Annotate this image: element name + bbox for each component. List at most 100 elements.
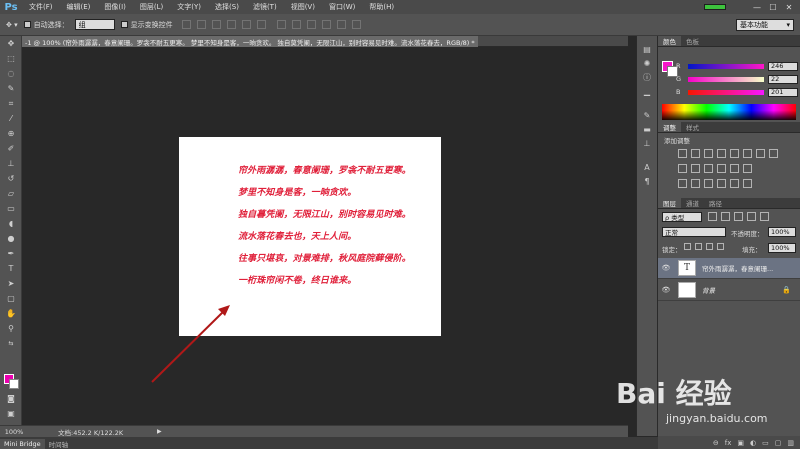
menu-window[interactable]: 窗口(W) xyxy=(322,2,362,12)
distribute-top-icon[interactable] xyxy=(276,20,286,29)
history-brush-icon[interactable]: ↺ xyxy=(0,171,22,186)
blue-slider-bar[interactable] xyxy=(688,89,764,95)
align-bottom-icon[interactable] xyxy=(211,20,221,29)
selective-color-icon[interactable] xyxy=(678,179,687,188)
properties-icon[interactable]: ✺ xyxy=(637,56,657,70)
filter-smart-icon[interactable] xyxy=(760,212,769,221)
lock-all-icon[interactable] xyxy=(717,243,724,250)
red-value-field[interactable]: 246 xyxy=(768,61,798,71)
tab-paths[interactable]: 路径 xyxy=(704,198,727,208)
document-info[interactable]: 文档:452.2 K/122.2K xyxy=(58,427,143,437)
pattern-icon[interactable] xyxy=(717,179,726,188)
layer-filter-dropdown[interactable]: ρ 类型 xyxy=(662,212,702,222)
tab-adjustments[interactable]: 调整 xyxy=(658,122,681,132)
levels-icon[interactable] xyxy=(691,149,700,158)
channel-mixer-icon[interactable] xyxy=(691,164,700,173)
character-icon[interactable]: A xyxy=(637,160,657,174)
close-button[interactable]: ✕ xyxy=(784,3,794,12)
tab-layers[interactable]: 图层 xyxy=(658,198,681,208)
align-right-icon[interactable] xyxy=(256,20,266,29)
opacity-field[interactable]: 100% xyxy=(768,227,796,237)
screen-mode-icon[interactable]: ▣ xyxy=(0,406,22,421)
default-colors-icon[interactable]: ⇆ xyxy=(0,336,22,351)
visibility-eye-icon[interactable]: 👁 xyxy=(658,286,674,294)
red-slider-bar[interactable] xyxy=(688,63,764,69)
show-transform-option[interactable]: 显示变换控件 xyxy=(120,20,173,30)
distribute-center-icon[interactable] xyxy=(336,20,346,29)
clone-source-icon[interactable]: ⊥ xyxy=(637,136,657,150)
brush-preset-icon[interactable]: ✎ xyxy=(637,108,657,122)
lock-move-icon[interactable] xyxy=(706,243,713,250)
photo-filter-icon[interactable] xyxy=(678,164,687,173)
document-tab[interactable]: -1 @ 100% (帘外雨潺潺，春意阑珊。罗衾不耐五更寒。 梦里不知身是客，一… xyxy=(22,36,478,47)
lock-paint-icon[interactable] xyxy=(695,243,702,250)
filter-type-icon[interactable] xyxy=(734,212,743,221)
green-slider[interactable]: G 22 xyxy=(676,74,798,84)
tab-mini-bridge[interactable]: Mini Bridge xyxy=(0,439,45,449)
layer-row-background[interactable]: 👁 背景 🔒 xyxy=(658,280,800,301)
paragraph-icon[interactable]: ¶ xyxy=(637,174,657,188)
move-tool-icon[interactable]: ✥ xyxy=(0,36,22,51)
solid-color-icon[interactable] xyxy=(730,179,739,188)
background-color-swatch[interactable] xyxy=(9,379,19,389)
lock-pixels-icon[interactable] xyxy=(684,243,691,250)
align-left-icon[interactable] xyxy=(226,20,236,29)
gradient-tool-icon[interactable]: ▭ xyxy=(0,201,22,216)
clone-stamp-icon[interactable]: ⊥ xyxy=(0,156,22,171)
color-spectrum[interactable] xyxy=(662,104,796,120)
align-center-icon[interactable] xyxy=(241,20,251,29)
brightness-icon[interactable] xyxy=(678,149,687,158)
marquee-tool-icon[interactable]: ⬚ xyxy=(0,51,22,66)
crop-tool-icon[interactable]: ⌗ xyxy=(0,96,22,111)
curves-icon[interactable] xyxy=(704,149,713,158)
play-icon[interactable]: ▶ xyxy=(157,428,162,435)
gradient-map-icon[interactable] xyxy=(691,179,700,188)
path-select-icon[interactable]: ➤ xyxy=(0,276,22,291)
auto-select-dropdown[interactable]: 组 xyxy=(74,19,115,30)
tab-color[interactable]: 颜色 xyxy=(658,36,681,46)
blue-value-field[interactable]: 201 xyxy=(768,87,798,97)
canvas-area[interactable]: 帘外雨潺潺，春意阑珊，罗衾不耐五更寒。 梦里不知身是客，一晌贪欢。 独自暮凭阑，… xyxy=(22,47,628,425)
bw-icon[interactable] xyxy=(769,149,778,158)
tab-channels[interactable]: 通道 xyxy=(681,198,704,208)
posterize-icon[interactable] xyxy=(730,164,739,173)
brush-tool-icon[interactable]: ✐ xyxy=(0,141,22,156)
healing-brush-icon[interactable]: ⊕ xyxy=(0,126,22,141)
tab-timeline[interactable]: 时间轴 xyxy=(45,439,73,449)
zoom-tool-icon[interactable]: ⚲ xyxy=(0,321,22,336)
pen-tool-icon[interactable]: ✒ xyxy=(0,246,22,261)
minimize-button[interactable]: — xyxy=(752,3,762,12)
workspace-dropdown[interactable]: 基本功能 ▾ xyxy=(736,19,794,31)
menu-layer[interactable]: 图层(L) xyxy=(133,2,170,12)
histogram-icon[interactable]: ▁ xyxy=(637,84,657,98)
distribute-middle-icon[interactable] xyxy=(291,20,301,29)
layer-name[interactable]: 背景 xyxy=(702,285,782,295)
menu-filter[interactable]: 滤镜(T) xyxy=(246,2,284,12)
zoom-level[interactable]: 100% xyxy=(0,428,28,436)
menu-select[interactable]: 选择(S) xyxy=(208,2,246,12)
layer-name[interactable]: 帘外雨潺潺，春意阑珊... xyxy=(702,263,782,273)
quick-mask-icon[interactable]: ◙ xyxy=(0,391,22,406)
brush-icon[interactable]: ▬ xyxy=(637,122,657,136)
distribute-right-icon[interactable] xyxy=(351,20,361,29)
shadows-icon[interactable] xyxy=(743,179,752,188)
shape-tool-icon[interactable]: ▢ xyxy=(0,291,22,306)
type-tool-icon[interactable]: T xyxy=(0,261,22,276)
hand-tool-icon[interactable]: ✋ xyxy=(0,306,22,321)
layer-row-text[interactable]: 👁 T 帘外雨潺潺，春意阑珊... xyxy=(658,258,800,279)
align-top-icon[interactable] xyxy=(181,20,191,29)
menu-image[interactable]: 图像(I) xyxy=(97,2,133,12)
invert-icon[interactable] xyxy=(717,164,726,173)
green-value-field[interactable]: 22 xyxy=(768,74,798,84)
blur-tool-icon[interactable]: ◖ xyxy=(0,216,22,231)
menu-edit[interactable]: 编辑(E) xyxy=(60,2,98,12)
dodge-tool-icon[interactable]: ● xyxy=(0,231,22,246)
menu-file[interactable]: 文件(F) xyxy=(22,2,60,12)
visibility-eye-icon[interactable]: 👁 xyxy=(658,264,674,272)
fill-field[interactable]: 100% xyxy=(768,243,796,253)
distribute-bottom-icon[interactable] xyxy=(306,20,316,29)
quick-select-tool-icon[interactable]: ✎ xyxy=(0,81,22,96)
maximize-button[interactable]: ☐ xyxy=(768,3,778,12)
filter-adjust-icon[interactable] xyxy=(721,212,730,221)
move-tool-icon[interactable]: ✥ ▾ xyxy=(6,21,18,29)
